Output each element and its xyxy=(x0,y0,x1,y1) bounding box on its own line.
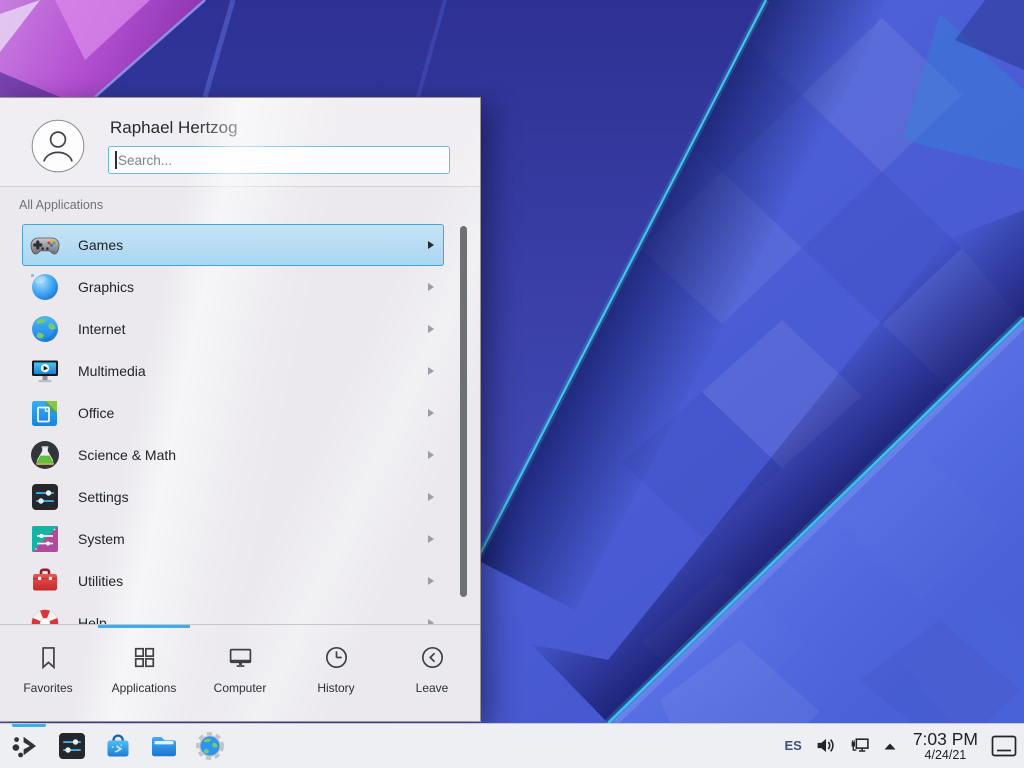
discover-launcher-icon xyxy=(102,730,134,762)
leave-icon xyxy=(419,644,446,671)
system-settings-launcher-button[interactable] xyxy=(56,730,88,762)
multimedia-category-icon xyxy=(29,355,61,387)
games-category-icon xyxy=(29,229,61,261)
app-category-label: Games xyxy=(78,237,123,253)
active-tab-indicator xyxy=(98,625,190,628)
show-desktop-icon[interactable] xyxy=(991,735,1017,757)
app-category-settings[interactable]: Settings xyxy=(22,476,444,518)
user-avatar[interactable] xyxy=(31,119,85,173)
discover-launcher-button[interactable] xyxy=(102,730,134,762)
chevron-right-icon xyxy=(428,283,434,291)
favorites-icon xyxy=(35,644,62,671)
app-category-office[interactable]: Office xyxy=(22,392,444,434)
chevron-right-icon xyxy=(428,577,434,585)
chevron-right-icon xyxy=(428,325,434,333)
search-input[interactable] xyxy=(108,146,450,174)
chevron-right-icon xyxy=(428,451,434,459)
app-category-science-math[interactable]: Science & Math xyxy=(22,434,444,476)
tab-history[interactable]: History xyxy=(288,628,384,721)
app-category-label: Utilities xyxy=(78,573,123,589)
dolphin-launcher-icon xyxy=(148,730,180,762)
app-category-label: System xyxy=(78,531,125,547)
desktop: Raphael Hertzog All Applications Games Gr… xyxy=(0,0,1024,768)
browser-globe-launcher-icon xyxy=(194,730,226,762)
app-category-graphics[interactable]: Graphics xyxy=(22,266,444,308)
kickoff-header: Raphael Hertzog xyxy=(0,98,480,187)
network-icon[interactable] xyxy=(849,735,870,756)
system-category-icon xyxy=(29,523,61,555)
chevron-right-icon xyxy=(428,493,434,501)
section-label: All Applications xyxy=(19,198,103,212)
clock-date: 4/24/21 xyxy=(913,749,978,763)
active-task-indicator xyxy=(12,724,46,727)
browser-globe-launcher-button[interactable] xyxy=(194,730,226,762)
app-category-label: Science & Math xyxy=(78,447,176,463)
taskbar-panel: ES 7:03 PM 4/24/21 xyxy=(0,723,1024,768)
system-tray: ES 7:03 PM 4/24/21 xyxy=(784,730,1024,762)
app-category-multimedia[interactable]: Multimedia xyxy=(22,350,444,392)
app-category-label: Office xyxy=(78,405,114,421)
expand-tray-icon[interactable] xyxy=(883,741,897,751)
app-category-utilities[interactable]: Utilities xyxy=(22,560,444,602)
app-category-label: Help xyxy=(78,615,107,624)
tab-leave[interactable]: Leave xyxy=(384,628,480,721)
tab-label: Favorites xyxy=(23,681,72,695)
tab-label: Applications xyxy=(112,681,177,695)
office-category-icon xyxy=(29,397,61,429)
app-category-label: Internet xyxy=(78,321,125,337)
app-category-label: Graphics xyxy=(78,279,134,295)
dolphin-launcher-button[interactable] xyxy=(148,730,180,762)
kickoff-launcher-button[interactable] xyxy=(10,730,42,762)
science-category-icon xyxy=(29,439,61,471)
user-name: Raphael Hertzog xyxy=(110,118,238,138)
search-field-wrap xyxy=(108,146,450,174)
chevron-right-icon xyxy=(428,535,434,543)
chevron-right-icon xyxy=(428,409,434,417)
digital-clock[interactable]: 7:03 PM 4/24/21 xyxy=(913,730,978,762)
app-category-label: Multimedia xyxy=(78,363,146,379)
app-category-help[interactable]: Help xyxy=(22,602,444,624)
app-category-label: Settings xyxy=(78,489,129,505)
keyboard-layout-indicator[interactable]: ES xyxy=(784,738,801,753)
utilities-category-icon xyxy=(29,565,61,597)
kickoff-menu: Raphael Hertzog All Applications Games Gr… xyxy=(0,97,481,722)
help-category-icon xyxy=(29,607,61,624)
graphics-category-icon xyxy=(29,271,61,303)
tab-label: Leave xyxy=(416,681,449,695)
history-icon xyxy=(323,644,350,671)
app-category-internet[interactable]: Internet xyxy=(22,308,444,350)
chevron-right-icon xyxy=(428,241,434,249)
chevron-right-icon xyxy=(428,367,434,375)
kickoff-tabbar: Favorites Applications Computer History Leav… xyxy=(0,628,480,721)
tab-computer[interactable]: Computer xyxy=(192,628,288,721)
panel-launchers xyxy=(0,730,226,762)
kickoff-launcher-icon xyxy=(10,730,42,762)
tab-applications[interactable]: Applications xyxy=(96,628,192,721)
app-category-games[interactable]: Games xyxy=(22,224,444,266)
applications-icon xyxy=(131,644,158,671)
tab-favorites[interactable]: Favorites xyxy=(0,628,96,721)
app-list: Games Graphics Internet Multimedia Office Sci… xyxy=(0,224,480,624)
scrollbar[interactable] xyxy=(460,226,467,597)
internet-category-icon xyxy=(29,313,61,345)
clock-time: 7:03 PM xyxy=(913,730,978,749)
settings-category-icon xyxy=(29,481,61,513)
tab-label: Computer xyxy=(214,681,267,695)
app-category-system[interactable]: System xyxy=(22,518,444,560)
tab-label: History xyxy=(317,681,354,695)
computer-icon xyxy=(227,644,254,671)
tabbar-separator xyxy=(0,624,480,625)
volume-icon[interactable] xyxy=(815,735,836,756)
text-caret xyxy=(115,151,117,169)
system-settings-launcher-icon xyxy=(56,730,88,762)
